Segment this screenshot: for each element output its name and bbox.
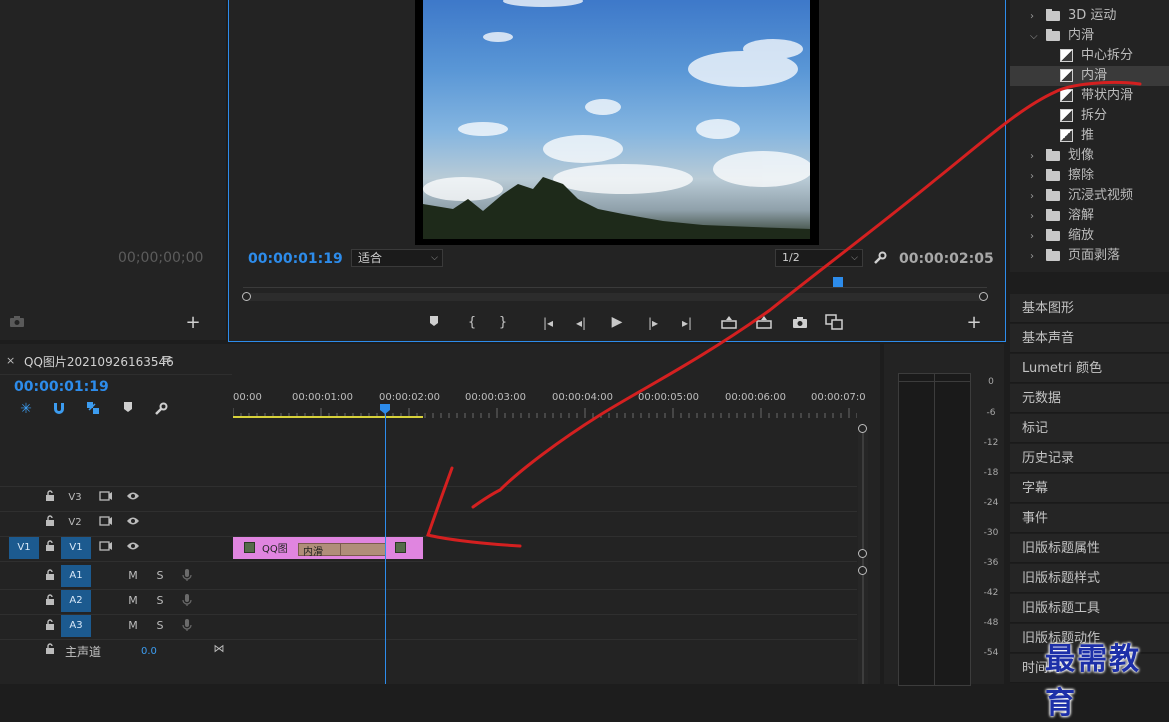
annotation-arrow [426, 80, 1142, 548]
watermark-logo: 最需教育 [1045, 642, 1141, 721]
